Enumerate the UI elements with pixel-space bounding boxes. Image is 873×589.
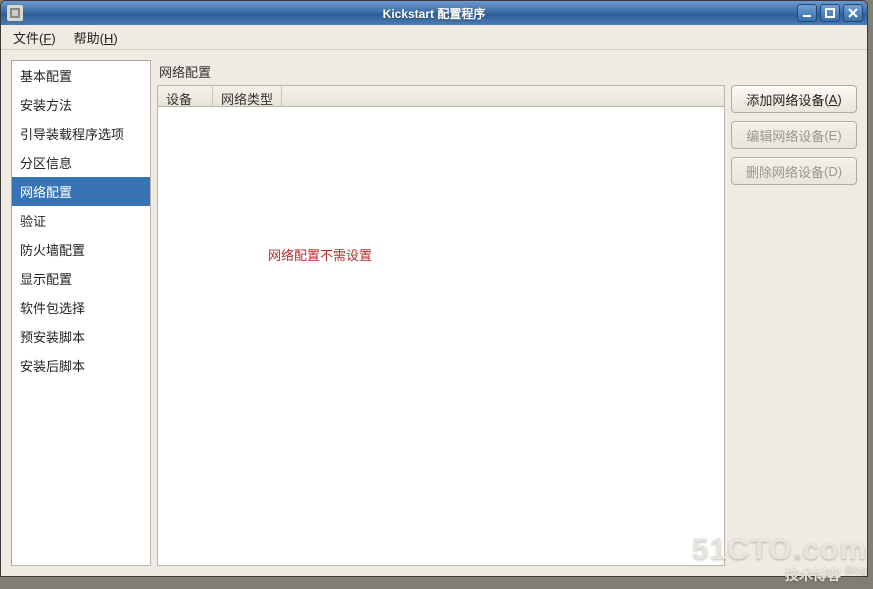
sidebar-item-basic[interactable]: 基本配置 bbox=[12, 61, 150, 90]
sidebar-item-packages[interactable]: 软件包选择 bbox=[12, 293, 150, 322]
add-label: 添加网络设备 bbox=[746, 90, 824, 109]
column-type[interactable]: 网络类型 bbox=[213, 86, 282, 106]
titlebar[interactable]: Kickstart 配置程序 bbox=[1, 1, 867, 25]
main-panel: 网络配置 设备 网络类型 网络配置不需设置 添加网络设备(A) bbox=[157, 60, 857, 566]
panel-title: 网络配置 bbox=[157, 60, 857, 85]
annotation-text: 网络配置不需设置 bbox=[268, 245, 372, 264]
add-network-device-button[interactable]: 添加网络设备(A) bbox=[731, 85, 857, 113]
app-icon bbox=[7, 5, 23, 21]
menu-help-label: 帮助 bbox=[74, 31, 100, 46]
column-device[interactable]: 设备 bbox=[158, 86, 213, 106]
sidebar-item-bootloader[interactable]: 引导装载程序选项 bbox=[12, 119, 150, 148]
window-buttons bbox=[797, 4, 863, 22]
delete-label: 删除网络设备 bbox=[746, 162, 824, 181]
app-window: Kickstart 配置程序 文件(F) 帮助(H) 基本配置 安装方法 引导装… bbox=[0, 0, 868, 577]
table-header: 设备 网络类型 bbox=[157, 85, 725, 107]
table-body[interactable]: 网络配置不需设置 bbox=[157, 107, 725, 566]
button-column: 添加网络设备(A) 编辑网络设备(E) 删除网络设备(D) bbox=[731, 85, 857, 566]
minimize-button[interactable] bbox=[797, 4, 817, 22]
edit-access: E bbox=[829, 128, 838, 143]
menu-help-access: H bbox=[104, 31, 113, 46]
menubar: 文件(F) 帮助(H) bbox=[1, 25, 867, 50]
sidebar-item-network[interactable]: 网络配置 bbox=[12, 177, 150, 206]
close-button[interactable] bbox=[843, 4, 863, 22]
sidebar-item-install[interactable]: 安装方法 bbox=[12, 90, 150, 119]
maximize-button[interactable] bbox=[820, 4, 840, 22]
add-access: A bbox=[829, 92, 838, 107]
edit-network-device-button: 编辑网络设备(E) bbox=[731, 121, 857, 149]
sidebar[interactable]: 基本配置 安装方法 引导装载程序选项 分区信息 网络配置 验证 防火墙配置 显示… bbox=[11, 60, 151, 566]
menu-file-label: 文件 bbox=[13, 31, 39, 46]
sidebar-item-auth[interactable]: 验证 bbox=[12, 206, 150, 235]
main-row: 设备 网络类型 网络配置不需设置 添加网络设备(A) 编辑网络设备(E) bbox=[157, 85, 857, 566]
menu-help[interactable]: 帮助(H) bbox=[66, 25, 126, 50]
window-title: Kickstart 配置程序 bbox=[383, 5, 486, 22]
sidebar-item-postscript[interactable]: 安装后脚本 bbox=[12, 351, 150, 380]
delete-access: D bbox=[828, 164, 837, 179]
edit-label: 编辑网络设备 bbox=[746, 126, 824, 145]
device-table: 设备 网络类型 网络配置不需设置 bbox=[157, 85, 725, 566]
sidebar-item-partition[interactable]: 分区信息 bbox=[12, 148, 150, 177]
sidebar-item-prescript[interactable]: 预安装脚本 bbox=[12, 322, 150, 351]
sidebar-item-display[interactable]: 显示配置 bbox=[12, 264, 150, 293]
content: 基本配置 安装方法 引导装载程序选项 分区信息 网络配置 验证 防火墙配置 显示… bbox=[1, 50, 867, 576]
delete-network-device-button: 删除网络设备(D) bbox=[731, 157, 857, 185]
menu-file-access: F bbox=[43, 31, 51, 46]
menu-file[interactable]: 文件(F) bbox=[5, 25, 64, 50]
sidebar-item-firewall[interactable]: 防火墙配置 bbox=[12, 235, 150, 264]
column-filler bbox=[282, 86, 724, 106]
